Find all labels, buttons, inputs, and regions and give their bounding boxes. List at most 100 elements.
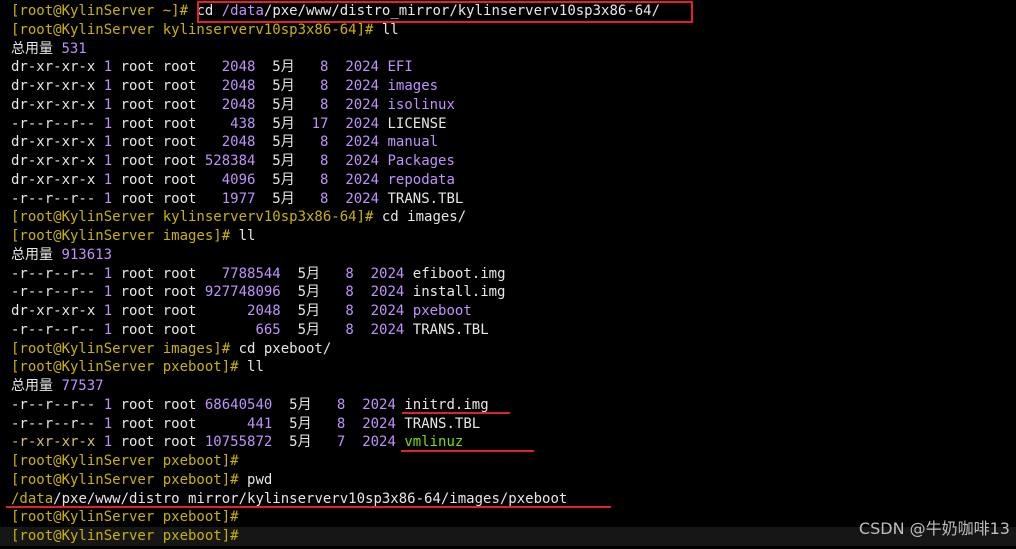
command-text: ll [247,359,264,376]
command-text: ll [238,228,256,244]
file-month: 5月 [272,415,337,432]
dir-name: manual [387,134,439,151]
link-count: 1 [103,284,113,301]
prompt: [root@KylinServer pxeboot]# [11,359,248,376]
permissions: -r--r--r-- [11,396,104,413]
watermark: CSDN @牛奶咖啡13 [858,519,1010,538]
prompt: [root@KylinServer pxeboot]# [11,509,248,526]
listing-row: dr-xr-xr-x 1 root root 2048 5月 8 2024 is… [0,96,1016,115]
file-size: 528384 [204,153,256,169]
link-count: 1 [103,59,113,76]
file-size: 1977 [221,190,256,207]
dir-name: isolinux [387,96,455,113]
file-size: 2048 [221,96,256,113]
owner-group: root root [112,115,231,132]
file-month: 5月 [255,134,321,151]
file-name-initrd: initrd.img [404,396,489,413]
permissions: -r-xr-xr-x [11,434,104,451]
permissions: dr-xr-xr-x [11,59,104,76]
dir-name: images [387,78,439,94]
file-year: 2024 [370,265,405,282]
path-segment: /data [11,490,54,507]
file-year: 2024 [370,303,405,319]
file-day: 17 [311,115,329,132]
file-year: 2024 [370,284,405,301]
file-year: 2024 [345,190,380,207]
file-day: 8 [345,265,354,282]
owner-group: root root [112,434,205,451]
terminal-output[interactable]: [root@KylinServer ~]# cd /data/pxe/www/d… [0,2,1016,546]
file-name: TRANS.TBL [404,415,481,432]
terminal-line: [root@KylinServer images]# cd pxeboot/ [0,340,1016,359]
permissions: -r--r--r-- [11,190,104,207]
total-value: 531 [61,40,87,57]
permissions: -r--r--r-- [11,321,104,338]
listing-row: dr-xr-xr-x 1 root root 2048 5月 8 2024 im… [0,77,1016,96]
listing-row: -r--r--r-- 1 root root 927748096 5月 8 20… [0,283,1016,302]
file-year: 2024 [345,59,380,76]
permissions: dr-xr-xr-x [11,78,104,94]
file-year: 2024 [345,78,380,94]
command-text: cd images/ [381,209,467,226]
link-count: 1 [103,153,113,169]
file-size: 2048 [221,59,256,76]
file-size: 2048 [221,78,256,94]
listing-row: dr-xr-xr-x 1 root root 2048 5月 8 2024 ma… [0,133,1016,152]
file-size: 665 [255,321,281,338]
file-size: 68640540 [204,396,273,413]
file-year: 2024 [345,153,380,169]
listing-row: dr-xr-xr-x 1 root root 2048 5月 8 2024 EF… [0,58,1016,77]
file-size: 927748096 [204,284,281,301]
listing-row: dr-xr-xr-x 1 root root 4096 5月 8 2024 re… [0,171,1016,190]
file-name: TRANS.TBL [412,321,489,338]
prompt: [root@KylinServer pxeboot]# [11,453,248,469]
file-year: 2024 [345,115,380,132]
listing-row: -r--r--r-- 1 root root 441 5月 8 2024 TRA… [0,415,1016,434]
owner-group: root root [112,396,205,413]
file-year: 2024 [362,415,396,432]
permissions: -r--r--r-- [11,415,104,432]
path-rest: /pxe/www/distro_mirror/kylinserverv10sp3… [53,490,568,507]
owner-group: root root [112,78,222,94]
command-text: ll [381,21,399,38]
link-count: 1 [103,434,113,451]
prompt: [root@KylinServer ~]# [11,3,197,19]
link-count: 1 [103,190,113,207]
file-name: TRANS.TBL [387,190,464,207]
owner-group: root root [112,59,222,76]
dir-name: EFI [387,59,413,76]
file-size: 441 [247,415,273,432]
prompt: [root@KylinServer kylinserverv10sp3x86-6… [11,209,382,226]
command-text: cd [196,3,222,19]
prompt: [root@KylinServer pxeboot]# [11,471,248,488]
dir-name: pxeboot [412,303,472,319]
link-count: 1 [103,96,113,113]
file-month: 5月 [255,59,321,76]
permissions: dr-xr-xr-x [11,134,104,151]
file-month: 5月 [255,78,321,94]
file-size: 10755872 [204,434,273,451]
listing-row: -r--r--r-- 1 root root 7788544 5月 8 2024… [0,265,1016,284]
file-size: 4096 [221,171,256,188]
owner-group: root root [112,171,222,188]
owner-group: root root [112,265,222,282]
file-year: 2024 [370,321,405,338]
file-name: install.img [412,284,506,301]
permissions: dr-xr-xr-x [11,153,104,169]
terminal-line: [root@KylinServer pxeboot]# [0,452,1016,471]
owner-group: root root [112,134,222,151]
total-label: 总用量 [11,40,62,57]
prompt: [root@KylinServer images]# [11,228,239,244]
listing-row: -r-xr-xr-x 1 root root 10755872 5月 7 202… [0,433,1016,452]
